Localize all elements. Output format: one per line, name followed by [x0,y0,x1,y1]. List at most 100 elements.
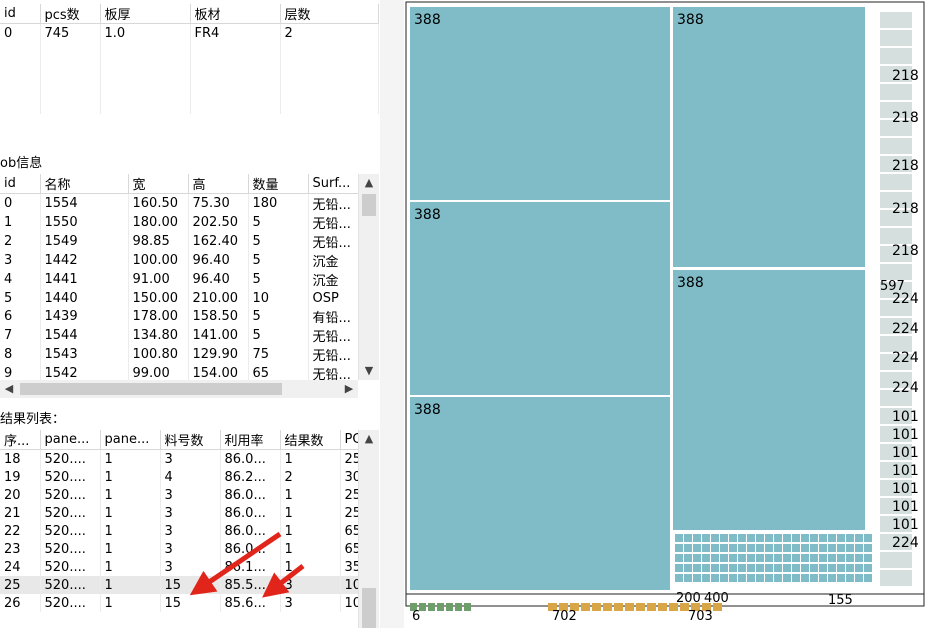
scroll-thumb[interactable] [362,194,376,216]
col-header[interactable]: PC [340,430,358,450]
col-header[interactable]: pane... [100,430,161,450]
edge-mark [446,603,453,611]
tiny-piece [810,574,818,582]
tiny-piece [774,554,782,562]
col-header[interactable]: 名称 [40,174,129,194]
scroll-left-icon[interactable]: ◀ [0,380,18,398]
panel-piece [410,202,670,395]
col-header[interactable]: 板厚 [100,4,191,24]
cell: 520.... [40,449,101,468]
tiny-piece [711,564,719,572]
tiny-piece [864,544,872,552]
tiny-piece [765,554,773,562]
cell: 520.... [40,504,101,522]
col-header[interactable]: 料号数 [160,430,221,450]
cell: 520.... [40,486,101,504]
cell: 100.80 [128,345,189,364]
job-info-vscroll[interactable]: ▲ ▼ [358,174,379,380]
tiny-piece [819,534,827,542]
tiny-piece [855,554,863,562]
table-row[interactable]: 25520....11585.5...310 [0,576,358,594]
results-table: 序... pane... pane... 料号数 利用率 结果数 PC 1852… [0,430,358,612]
table-row[interactable]: 21520....1386.0...125 [0,504,358,522]
panel-piece-label: 388 [414,12,441,28]
tiny-piece [684,574,692,582]
tiny-piece [846,564,854,572]
col-header[interactable]: Surf... [308,174,358,194]
col-header[interactable]: 宽 [128,174,189,194]
table-row[interactable]: 5 1440 150.00 210.00 10 OSP [0,289,358,307]
table-row[interactable]: 6 1439 178.00 158.50 5 有铅... [0,307,358,326]
small-piece [880,552,912,568]
cell: 178.00 [128,307,189,326]
col-header[interactable]: 结果数 [280,430,341,450]
cell: 无铅... [308,345,358,364]
scroll-thumb[interactable] [362,588,376,628]
small-piece-label: 101 [892,499,919,515]
tiny-piece [702,564,710,572]
cell: 1543 [40,345,129,364]
table-row[interactable]: 18520....1386.0...125 [0,449,358,468]
col-header[interactable]: pcs数 [40,4,101,24]
cell: 10 [340,576,358,594]
table-row[interactable]: 0 745 1.0 FR4 2 [0,23,379,42]
table-row[interactable]: 23520....1386.0...165 [0,540,358,558]
scroll-thumb[interactable] [20,383,282,395]
table-row[interactable]: 3 1442 100.00 96.40 5 沉金 [0,251,358,270]
table-row[interactable]: 9 1542 99.00 154.00 65 无铅... [0,364,358,380]
col-header[interactable]: 序... [0,430,41,450]
cell: 1 [100,540,161,558]
cell: 1 [100,468,161,486]
small-piece-label: 101 [892,517,919,533]
col-header[interactable]: 板材 [190,4,281,24]
job-info-table-wrap: id 名称 宽 高 数量 Surf... 0 1554 160.50 75.30 180… [0,174,358,380]
table-row[interactable]: 0 1554 160.50 75.30 180 无铅... [0,193,358,213]
panel-layout-view[interactable]: 388 388 388 388 388 218 218 218 218 218 224 224 224 2… [404,0,928,628]
tiny-piece [675,564,683,572]
table-row[interactable]: 1 1550 180.00 202.50 5 无铅... [0,213,358,232]
table-row[interactable]: 26520....11585.6...310 [0,594,358,612]
col-header[interactable]: 层数 [280,4,379,24]
board-table: id pcs数 板厚 板材 层数 0 745 1.0 FR4 2 [0,4,379,114]
table-row[interactable]: 4 1441 91.00 96.40 5 沉金 [0,270,358,289]
table-row[interactable]: 22520....1386.0...165 [0,522,358,540]
col-header[interactable]: 利用率 [220,430,281,450]
cell: 1549 [40,232,129,251]
col-header[interactable]: 数量 [248,174,309,194]
pane-splitter[interactable] [380,0,404,628]
scroll-up-icon[interactable]: ▲ [359,430,379,448]
tiny-piece [738,534,746,542]
job-info-hscroll[interactable]: ◀ ▶ [0,380,358,398]
cell: 745 [40,23,101,42]
col-header[interactable]: id [0,174,41,194]
col-header[interactable]: id [0,4,41,24]
small-piece-label: 224 [892,535,919,551]
cell: 26 [0,594,41,612]
cell: 1550 [40,213,129,232]
small-piece-label: 224 [892,350,919,366]
small-piece-label: 218 [892,243,919,259]
tiny-piece [783,544,791,552]
small-piece [880,264,912,280]
panel-piece [673,7,865,267]
scroll-right-icon[interactable]: ▶ [340,380,358,398]
table-row[interactable]: 7 1544 134.80 141.00 5 无铅... [0,326,358,345]
panel-piece-label: 388 [414,207,441,223]
tiny-piece [702,534,710,542]
table-row[interactable]: 2 1549 98.85 162.40 5 无铅... [0,232,358,251]
scroll-down-icon[interactable]: ▼ [359,362,379,380]
table-row[interactable]: 19520....1486.2...230 [0,468,358,486]
scroll-up-icon[interactable]: ▲ [359,174,379,192]
edge-mark [658,603,667,611]
cell: 3 [160,558,221,576]
table-row[interactable]: 8 1543 100.80 129.90 75 无铅... [0,345,358,364]
tiny-piece [720,534,728,542]
results-vscroll[interactable]: ▲ [358,430,379,628]
tiny-piece [729,554,737,562]
col-header[interactable]: pane... [40,430,101,450]
tiny-piece [864,554,872,562]
col-header[interactable]: 高 [188,174,249,194]
table-row[interactable]: 24520....1386.1...135 [0,558,358,576]
table-row[interactable]: 20520....1386.0...125 [0,486,358,504]
tiny-piece [774,534,782,542]
